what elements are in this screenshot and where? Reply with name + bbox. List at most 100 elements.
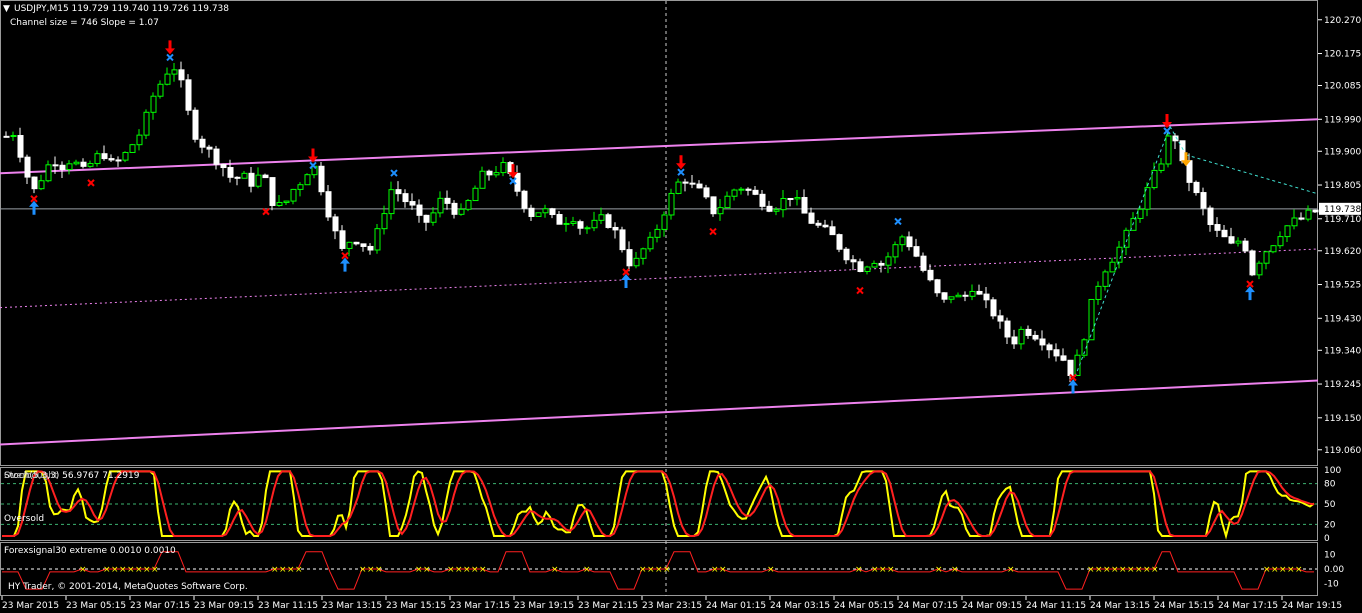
fx-marker: ×: [935, 565, 943, 575]
candle-body: [752, 189, 759, 195]
fx-marker: ×: [287, 565, 295, 575]
copyright-text: HY Trader, © 2001-2014, MetaQuotes Softw…: [8, 582, 248, 592]
candle-body: [1060, 355, 1067, 361]
time-tick-label: 24 Mar 13:15: [1090, 601, 1150, 611]
zigzag-line: [1185, 154, 1319, 195]
fx-tick-label: 10: [1324, 551, 1336, 561]
candle-body: [1018, 328, 1025, 345]
candle-body: [955, 294, 962, 298]
chart-window[interactable]: × × × × × × × × × × × × × × × × × × × × × × × × × × × × × × × × × × × × × × × ×…: [0, 0, 1362, 613]
fx-marker: ×: [463, 565, 471, 575]
time-tick-label: 23 Mar 05:15: [66, 601, 126, 611]
candle-body: [885, 256, 892, 266]
candle-body: [815, 222, 822, 226]
fx-marker: ×: [455, 565, 463, 575]
candle-body: [332, 216, 339, 232]
price-tick-label: 119.430: [1324, 314, 1361, 324]
candle-body: [857, 261, 864, 272]
candle-body: [367, 245, 374, 251]
price-tick-label: 119.900: [1324, 147, 1361, 157]
candle-body: [801, 197, 808, 214]
menu-triangle-icon[interactable]: ▼: [3, 4, 10, 14]
price-series: [0, 40, 1319, 446]
fx-marker: ×: [583, 565, 591, 575]
candle-body: [731, 189, 738, 197]
fx-marker: ×: [415, 565, 423, 575]
fx-marker: ×: [663, 565, 671, 575]
price-tick-label: 120.175: [1324, 50, 1361, 60]
candle-body: [528, 207, 535, 217]
candle-body: [1067, 359, 1074, 377]
fx-marker: ×: [151, 565, 159, 575]
fx-marker: ×: [1151, 565, 1159, 575]
candle-body: [626, 249, 633, 267]
candle-body: [1298, 217, 1305, 220]
price-tick-label: 119.340: [1324, 346, 1361, 356]
fx-marker: ×: [479, 565, 487, 575]
fx-marker: ×: [367, 565, 375, 575]
candle-body: [1137, 208, 1144, 219]
candle-body: [892, 244, 899, 258]
time-tick-label: 24 Mar 09:15: [962, 601, 1022, 611]
candle-body: [31, 176, 38, 190]
candle-body: [374, 228, 381, 251]
time-tick-label: 23 Mar 21:15: [578, 601, 638, 611]
fx-marker: ×: [551, 565, 559, 575]
candle-body: [521, 190, 528, 209]
candle-body: [416, 204, 423, 216]
fx-marker: ×: [1287, 565, 1295, 575]
candle-body: [129, 144, 136, 153]
candle-body: [976, 290, 983, 295]
fx-marker: ×: [887, 565, 895, 575]
time-tick-label: 23 Mar 2015: [2, 601, 59, 611]
candle-body: [682, 181, 689, 184]
exit-cross-icon: [87, 179, 95, 187]
sell-arrow-icon: [165, 40, 175, 55]
candle-body: [577, 221, 584, 229]
fx-marker: ×: [879, 565, 887, 575]
chart-canvas[interactable]: × × × × × × × × × × × × × × × × × × × × × × × × × × × × × × × × × × × × × × × ×…: [0, 0, 1362, 613]
candle-body: [1116, 246, 1123, 263]
candle-body: [1088, 298, 1095, 341]
fx-marker: ×: [1279, 565, 1287, 575]
candle-body: [969, 290, 976, 297]
candle-body: [136, 134, 143, 146]
candle-body: [24, 156, 31, 178]
candle-body: [1214, 224, 1221, 231]
candle-body: [402, 193, 409, 203]
candle-body: [52, 164, 59, 167]
time-tick-label: 23 Mar 13:15: [322, 601, 382, 611]
fx-marker: ×: [1263, 565, 1271, 575]
chart-header: USDJPY,M15 119.729 119.740 119.726 119.7…: [14, 4, 230, 14]
fx-marker: ×: [359, 565, 367, 575]
candle-body: [822, 224, 829, 228]
candle-body: [318, 165, 325, 193]
sell-cross-icon: [166, 53, 174, 62]
candle-body: [493, 172, 500, 176]
forexsignal-label: Forexsignal30 extreme 0.0010 0.0010: [4, 546, 176, 556]
time-tick-label: 23 Mar 19:15: [514, 601, 574, 611]
candle-body: [549, 208, 556, 216]
candle-body: [1277, 236, 1284, 247]
candle-body: [213, 148, 220, 165]
fx-marker: ×: [423, 565, 431, 575]
candle-body: [829, 226, 836, 236]
candle-body: [941, 292, 948, 300]
candle-body: [73, 161, 80, 165]
candle-body: [346, 241, 353, 249]
candle-body: [836, 234, 843, 250]
fx-marker: ×: [711, 565, 719, 575]
fx-marker: ×: [1119, 565, 1127, 575]
candle-body: [486, 170, 493, 176]
fx-marker: ×: [767, 565, 775, 575]
candle-body: [864, 266, 871, 272]
candle-body: [143, 111, 150, 136]
candle-body: [647, 236, 654, 250]
candle-body: [962, 294, 969, 297]
candle-body: [612, 226, 619, 231]
candle-body: [913, 246, 920, 257]
candle-body: [423, 214, 430, 223]
candle-body: [192, 109, 199, 140]
candle-body: [724, 195, 731, 209]
price-tick-label: 119.525: [1324, 281, 1361, 291]
